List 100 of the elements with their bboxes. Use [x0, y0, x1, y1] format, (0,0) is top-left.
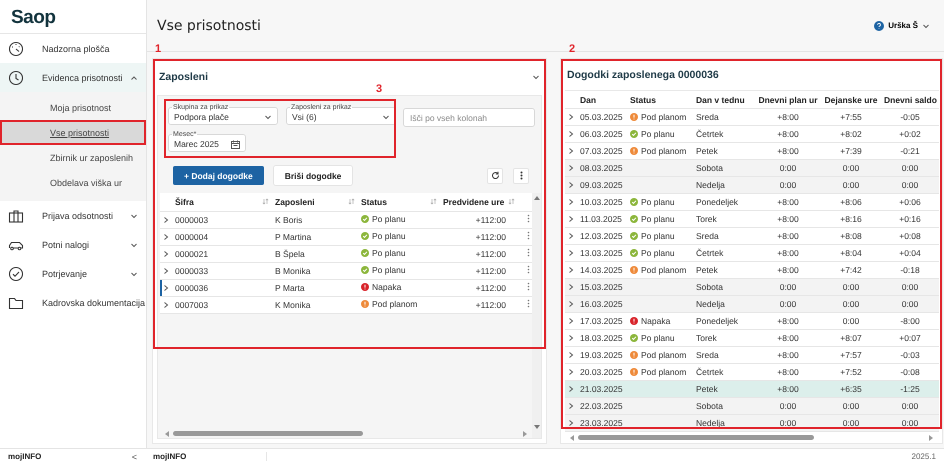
scrollbar-thumb[interactable] — [578, 435, 814, 440]
scrollbar-thumb[interactable] — [173, 431, 363, 436]
more-icon[interactable] — [526, 248, 530, 257]
table-row[interactable]: 22.03.2025 Sobota 0:00 0:00 0:00 — [565, 398, 939, 414]
table-cell: Četrtek — [693, 126, 755, 142]
more-icon — [520, 171, 522, 180]
status-label: Napaka — [630, 316, 670, 326]
column-header[interactable]: Predvidene ure — [440, 193, 518, 211]
chevron-down-icon — [922, 22, 930, 30]
collapse-button[interactable]: < — [132, 452, 137, 462]
check-circle-icon — [8, 266, 24, 282]
more-icon[interactable] — [526, 265, 530, 274]
table-cell: 0:00 — [881, 278, 939, 296]
table-cell: +8:02 — [821, 126, 881, 142]
more-icon[interactable] — [526, 299, 530, 308]
table-row[interactable]: 19.03.2025 Pod planom Sreda +8:00 +7:57 -0:03 — [565, 346, 939, 364]
table-cell: 21.03.2025 — [577, 380, 627, 398]
scroll-right-icon[interactable] — [928, 434, 934, 440]
calendar-icon — [231, 140, 240, 148]
table-row[interactable]: 18.03.2025 Po planu Torek +8:00 +8:07 +0:07 — [565, 330, 939, 346]
nav-item[interactable]: Prijava odsotnosti — [0, 201, 146, 230]
table-row[interactable]: 13.03.2025 Po planu Četrtek +8:00 +8:04 +0:04 — [565, 244, 939, 262]
help-icon — [874, 20, 884, 30]
chevron-down-icon — [130, 212, 138, 220]
scroll-left-icon[interactable] — [569, 434, 575, 440]
table-row[interactable]: 15.03.2025 Sobota 0:00 0:00 0:00 — [565, 278, 939, 296]
delete-events-button[interactable]: Briši dogodke — [274, 166, 352, 185]
submenu-item[interactable]: Zbirnik ur zaposlenih — [0, 145, 146, 170]
table-cell: P Martina — [272, 228, 358, 245]
scroll-right-icon[interactable] — [522, 430, 528, 436]
nav-item[interactable]: Kadrovska dokumentacija — [0, 288, 146, 317]
column-header[interactable]: Zaposleni — [272, 193, 358, 211]
table-cell: 0:00 — [755, 160, 821, 176]
table-cell: +7:57 — [821, 346, 881, 364]
more-icon[interactable] — [526, 231, 530, 240]
scroll-left-icon[interactable] — [164, 430, 170, 436]
table-cell: 18.03.2025 — [577, 330, 627, 346]
status-label: Po planu — [630, 332, 675, 342]
table-cell: 0:00 — [755, 398, 821, 414]
column-header[interactable]: Dejanske ure — [821, 90, 881, 108]
status-label: Pod planom — [630, 350, 686, 360]
column-header[interactable]: Status — [627, 90, 693, 108]
status-label: Po planu — [630, 196, 675, 206]
refresh-button[interactable] — [487, 168, 503, 184]
version-label: 2025.1 — [912, 452, 937, 461]
table-cell: Sreda — [693, 346, 755, 364]
page-title: Vse prisotnosti — [157, 18, 262, 34]
table-cell: 0:00 — [881, 176, 939, 194]
table-row[interactable]: 21.03.2025 Petek +8:00 +6:35 -1:25 — [565, 380, 939, 398]
more-button[interactable] — [513, 168, 529, 184]
nav-item[interactable]: Evidenca prisotnosti — [0, 63, 146, 92]
nav-item[interactable]: Potni nalogi — [0, 230, 146, 259]
table-row[interactable]: 09.03.2025 Nedelja 0:00 0:00 0:00 — [565, 176, 939, 194]
table-cell: 06.03.2025 — [577, 126, 627, 142]
nav-item[interactable]: Nadzorna plošča — [0, 34, 146, 63]
table-cell: 0:00 — [881, 296, 939, 312]
table-cell: 0007003 — [172, 296, 272, 313]
table-cell: 0:00 — [821, 160, 881, 176]
search-field[interactable]: Išči po vseh kolonah — [403, 108, 535, 127]
table-cell: Petek — [693, 380, 755, 398]
status-label: Po planu — [361, 231, 406, 241]
table-row[interactable]: 06.03.2025 Po planu Četrtek +8:00 +8:02 +0:02 — [565, 126, 939, 142]
column-header[interactable]: Šifra — [172, 193, 272, 211]
chevron-down-icon[interactable] — [532, 73, 540, 81]
status-label: Pod planom — [361, 299, 418, 309]
status-label: Pod planom — [630, 264, 686, 274]
more-icon[interactable] — [526, 214, 530, 223]
table-cell: 0:00 — [821, 398, 881, 414]
table-row[interactable]: 17.03.2025 Napaka Ponedeljek +8:00 0:00 -8:00 — [565, 312, 939, 330]
column-header[interactable]: Status — [358, 193, 440, 211]
user-menu[interactable]: Urška Š — [868, 20, 936, 32]
footer-label: mojINFO — [147, 452, 267, 461]
table-cell: -0:03 — [881, 346, 939, 364]
nav-item[interactable]: Potrjevanje — [0, 259, 146, 288]
scroll-up-icon — [534, 195, 540, 201]
panel-title: Dogodki zaposlenega 0000036 — [567, 68, 720, 80]
column-header[interactable]: Dnevni plan ur — [755, 90, 821, 108]
table-row[interactable]: 11.03.2025 Po planu Torek +8:00 +8:16 +0:16 — [565, 210, 939, 228]
column-header[interactable]: Dnevni saldo — [881, 90, 939, 108]
table-cell: Nedelja — [693, 176, 755, 194]
table-cell: K Boris — [272, 211, 358, 228]
table-row[interactable]: 12.03.2025 Po planu Sreda +8:00 +8:08 +0:08 — [565, 228, 939, 244]
table-row[interactable]: 08.03.2025 Sobota 0:00 0:00 0:00 — [565, 160, 939, 176]
table-cell: Nedelja — [693, 296, 755, 312]
table-row[interactable]: 05.03.2025 Pod planom Sreda +8:00 +7:55 -0:05 — [565, 108, 939, 126]
submenu-item[interactable]: Vse prisotnosti — [0, 120, 146, 145]
table-cell: +112:00 — [440, 279, 518, 296]
table-cell: 19.03.2025 — [577, 346, 627, 364]
table-cell: +8:00 — [755, 380, 821, 398]
submenu-item[interactable]: Moja prisotnost — [0, 95, 146, 120]
table-cell: 0000021 — [172, 245, 272, 262]
scrollbar[interactable] — [532, 193, 541, 438]
table-row[interactable]: 16.03.2025 Nedelja 0:00 0:00 0:00 — [565, 296, 939, 312]
more-icon[interactable] — [526, 282, 530, 291]
table-row[interactable]: 10.03.2025 Po planu Ponedeljek +8:00 +8:06 +0:06 — [565, 194, 939, 210]
table-row[interactable]: 23.03.2025 Nedelja 0:00 0:00 0:00 — [565, 414, 939, 432]
submenu-item[interactable]: Obdelava viška ur — [0, 170, 146, 195]
column-header[interactable]: Dan — [577, 90, 627, 108]
column-header[interactable]: Dan v tednu — [693, 90, 755, 108]
add-events-button[interactable]: + Dodaj dogodke — [173, 166, 264, 185]
